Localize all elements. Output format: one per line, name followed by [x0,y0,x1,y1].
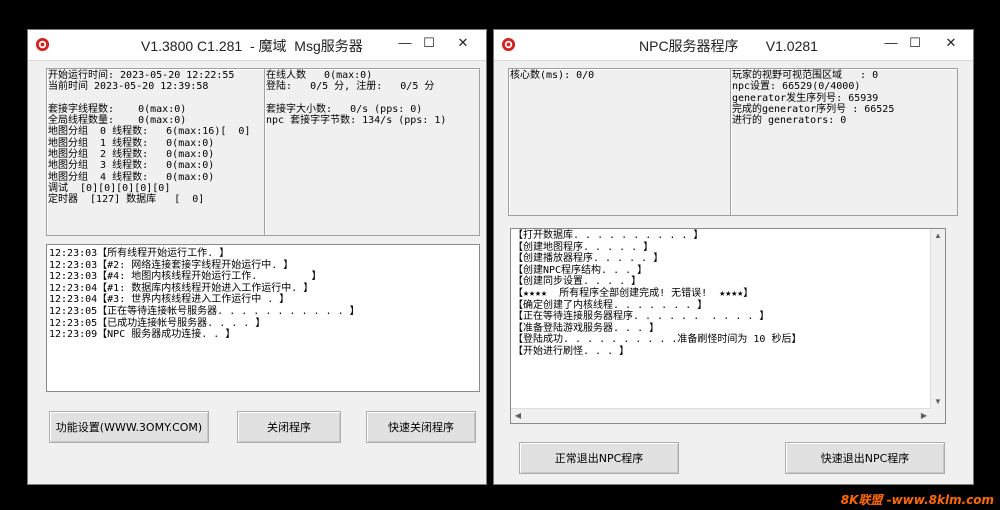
app-icon [501,37,516,52]
msg-stats-left-panel: 开始运行时间: 2023-05-20 12:22:55 当前时间 2023-05-… [46,68,265,236]
log-line: 【打开数据库. . . . . . . . . . 】 [513,230,704,241]
log-line: 【正在等待连接服务器程序. . . . . . . . . . 】 [513,311,770,323]
stat-line: 定时器 [127] 数据库 [ 0] [48,194,205,206]
stat-line: 调试 [0][0][0][0][0] [48,182,171,194]
stat-line: 玩家的视野可视范围区域 : 0 [732,70,879,81]
close-icon[interactable]: ✕ [447,31,479,55]
msg-window-title: V1.3800 C1.281 - 魔域 Msg服务器 [141,38,363,54]
log-line: 【创建同步设置. . . . 】 [513,276,642,288]
close-program-button[interactable]: 关闭程序 [237,411,341,443]
msg-server-window: V1.3800 C1.281 - 魔域 Msg服务器 — ☐ ✕ 开始运行时间:… [27,29,487,485]
stat-line: npc 套接字字节数: 134/s (pps: 1) [266,115,447,127]
quick-close-button[interactable]: 快速关闭程序 [366,411,476,443]
settings-button[interactable]: 功能设置(WWW.3OMY.COM) [49,411,209,443]
scroll-up-icon[interactable]: ▲ [931,229,945,243]
log-line: 12:23:03【#4: 地图内核线程开始运行工作. 】 [49,271,322,283]
log-line: 12:23:04【#1: 数据库内核线程开始进入工作运行中. 】 [49,282,314,294]
stat-line: 全局线程数量: 0(max:0) [48,115,187,127]
log-line: 【准备登陆游戏服务器. . . 】 [513,322,660,334]
msg-log-box[interactable]: 12:23:03【所有线程开始运行工作. 】 12:23:03【#2: 网络连接套… [46,244,480,392]
log-line: 【确定创建了内核线程. . . . . . . 】 [513,299,708,311]
stat-line: npc设置: 66529(0/4000) [732,81,861,93]
stat-line: 在线人数 0(max:0) [266,70,373,81]
log-line: 12:23:05【已成功连接帐号服务器. . . . 】 [49,317,266,329]
log-line: 【创建地图程序. . . . . 】 [513,241,654,253]
stat-line: 进行的 generators: 0 [732,115,847,127]
log-line: 【创建播放器程序. . . . . 】 [513,253,664,265]
stat-line: 套接字大小数: 0/s (pps: 0) [266,103,423,115]
npc-log-list: 【打开数据库. . . . . . . . . . 】【创建地图程序. . . … [511,229,945,358]
quick-exit-npc-button[interactable]: 快速退出NPC程序 [785,442,945,474]
scroll-right-icon[interactable]: ▶ [917,409,931,423]
stat-line: 当前时间 2023-05-20 12:39:58 [48,81,209,93]
stat-line: 地图分组 2 线程数: 0(max:0) [48,149,215,161]
app-icon [35,37,50,52]
npc-stats-left-text: 核心数(ms): 0/0 [509,69,730,81]
msg-stats-right-panel: 在线人数 0(max:0) 登陆: 0/5 分, 注册: 0/5 分 套接字大小数… [264,68,480,236]
npc-stats-right-panel: 玩家的视野可视范围区域 : 0 npc设置: 66529(0/4000) gener… [730,68,958,216]
site-watermark: 8K联盟 -www.8klm.com [840,493,994,507]
log-line: 12:23:03【#2: 网络连接套接字线程开始运行中. 】 [49,259,294,271]
scroll-down-icon[interactable]: ▼ [931,395,945,409]
stat-line [48,93,264,104]
log-line: 【★★★★ 所有程序全部创建完成! 无错误! ★★★★】 [513,287,754,299]
msg-stats-right-text: 在线人数 0(max:0) 登陆: 0/5 分, 注册: 0/5 分 套接字大小数… [265,69,479,126]
maximize-icon[interactable]: ☐ [899,31,931,55]
maximize-icon[interactable]: ☐ [413,31,445,55]
npc-log-box[interactable]: 【打开数据库. . . . . . . . . . 】【创建地图程序. . . … [510,228,946,424]
stat-line [266,93,479,104]
stat-line: 地图分组 0 线程数: 6(max:16)[ 0] [48,126,251,138]
stat-line: generator发生序列号: 65939 [732,92,879,104]
horizontal-scrollbar[interactable]: ◀ ▶ [511,408,931,423]
msg-stats-left-text: 开始运行时间: 2023-05-20 12:22:55 当前时间 2023-05-… [47,69,264,206]
stat-line: 地图分组 4 线程数: 0(max:0) [48,171,215,183]
npc-stats-left-panel: 核心数(ms): 0/0 [508,68,731,216]
msg-log-list: 12:23:03【所有线程开始运行工作. 】 12:23:03【#2: 网络连接套… [47,245,479,341]
log-line: 【创建NPC程序结构. . . 】 [513,264,648,276]
log-line: 12:23:09【NPC 服务器成功连接. . 】 [49,329,236,341]
npc-window-title: NPC服务器程序 V1.0281 [639,38,818,54]
scrollbar-corner [931,409,945,423]
log-line: 【登陆成功. . . . . . . . . .准备刷怪时间为 10 秒后】 [513,334,802,346]
npc-stats-right-text: 玩家的视野可视范围区域 : 0 npc设置: 66529(0/4000) gener… [731,69,957,126]
npc-title-bar[interactable]: NPC服务器程序 V1.0281 — ☐ ✕ [494,30,973,61]
log-line: 【开始进行刷怪. . . 】 [513,345,630,357]
stat-line: 核心数(ms): 0/0 [510,70,595,81]
log-line: 12:23:04【#3: 世界内核线程进入工作运行中 . 】 [49,294,290,306]
close-icon[interactable]: ✕ [935,31,967,55]
scroll-left-icon[interactable]: ◀ [511,409,525,423]
msg-title-bar[interactable]: V1.3800 C1.281 - 魔域 Msg服务器 — ☐ ✕ [28,30,486,61]
npc-server-window: NPC服务器程序 V1.0281 — ☐ ✕ 核心数(ms): 0/0 玩家的视… [493,29,974,485]
stat-line: 地图分组 3 线程数: 0(max:0) [48,160,215,172]
normal-exit-npc-button[interactable]: 正常退出NPC程序 [519,442,679,474]
vertical-scrollbar[interactable]: ▲ ▼ [930,229,945,409]
log-line: 12:23:03【所有线程开始运行工作. 】 [49,248,230,259]
log-line: 12:23:05【正在等待连接帐号服务器. . . . . . . . . . … [49,305,360,317]
stat-line: 开始运行时间: 2023-05-20 12:22:55 [48,70,235,81]
stat-line: 登陆: 0/5 分, 注册: 0/5 分 [266,81,435,93]
stat-line: 完成的generator序列号 : 66525 [732,103,895,115]
stat-line: 地图分组 1 线程数: 0(max:0) [48,137,215,149]
stat-line: 套接字线程数: 0(max:0) [48,103,187,115]
